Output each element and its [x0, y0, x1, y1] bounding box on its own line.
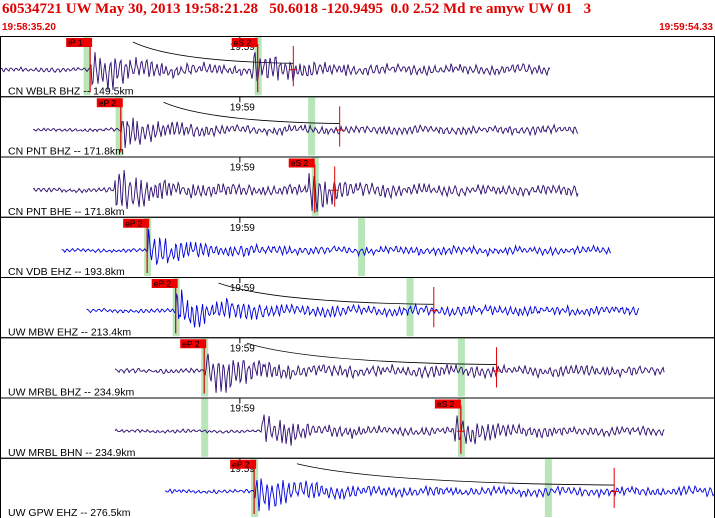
station-label: UW MRBL BHZ -- 234.9km [8, 387, 134, 399]
station-label: CN VDB EHZ -- 193.8km [8, 266, 125, 278]
minute-tick-label: 19:59 [230, 283, 255, 294]
waveform-trace [86, 289, 640, 328]
phase-highlight-band [308, 97, 316, 156]
window-end-time: 19:59:54.33 [659, 22, 713, 33]
waveform-trace [114, 353, 665, 393]
minute-tick-label: 19:59 [230, 404, 255, 415]
travel-time-curve [132, 41, 294, 64]
s-pick-label: eS 2 [437, 399, 455, 409]
minute-tick-label: 19:59 [230, 343, 255, 354]
waveform-trace [33, 117, 579, 149]
phase-highlight-band [544, 458, 552, 517]
phase-highlight-band [201, 398, 209, 457]
p-pick-label: eP 2 [99, 98, 117, 108]
waveform-trace [165, 478, 715, 512]
minute-tick-label: 19:59 [230, 102, 255, 113]
trace-panel: 19:59 eP 2 UW MRBL BHZ -- 234.9km [0, 337, 715, 399]
p-pick-label: iP 1 [68, 38, 83, 48]
phase-highlight-band [358, 217, 366, 276]
trace-panel: 19:59iP 1 eS 2CN WBLR BHZ -- 149.5km [0, 36, 715, 98]
p-pick-label: eP 2 [125, 218, 143, 228]
station-label: CN WBLR BHZ -- 149.5km [8, 85, 134, 97]
station-label: CN PNT BHZ -- 171.8km [8, 146, 124, 158]
station-label: CN PNT BHE -- 171.8km [8, 206, 125, 218]
seismogram-viewer: 60534721 UW May 30, 2013 19:58:21.28 50.… [0, 0, 715, 518]
p-pick-label: eP 2 [182, 339, 200, 349]
station-label: UW MBW EHZ -- 213.4km [8, 326, 131, 338]
minute-tick-label: 19:59 [230, 163, 255, 174]
p-pick-label: eP 2 [232, 459, 250, 469]
event-header: 60534721 UW May 30, 2013 19:58:21.28 50.… [0, 0, 715, 36]
trace-panel: 19:59 eP 2 CN PNT BHZ -- 171.8km [0, 96, 715, 158]
trace-panel: 19:59 eP 2 CN VDB EHZ -- 193.8km [0, 216, 715, 278]
event-title: 60534721 UW May 30, 2013 19:58:21.28 50.… [2, 1, 592, 17]
travel-time-curve [296, 463, 615, 486]
window-start-time: 19:58:35.20 [2, 22, 56, 33]
station-label: UW GPW EHZ -- 276.5km [8, 507, 131, 518]
minute-tick-label: 19:59 [230, 223, 255, 234]
seismogram-plot: 19:59iP 1 eS 2CN WBLR BHZ -- 149.5km19:59… [0, 36, 715, 518]
p-pick-label: eP 2 [154, 279, 172, 289]
trace-panel: 19:59 eP 2 UW MBW EHZ -- 213.4km [0, 277, 715, 339]
trace-panel: 19:59eP 2UW GPW EHZ -- 276.5km [0, 457, 715, 518]
trace-panel: 19:59 eS 2 UW MRBL BHN -- 234.9km [0, 397, 715, 459]
waveform-trace [61, 229, 612, 265]
s-pick-label: eS 2 [234, 38, 252, 48]
trace-panel: 19:59 eS 2 CN PNT BHE -- 171.8km [0, 156, 715, 218]
waveform-trace [114, 414, 665, 446]
s-pick-label: eS 2 [291, 158, 309, 168]
station-label: UW MRBL BHN -- 234.9km [8, 447, 136, 459]
